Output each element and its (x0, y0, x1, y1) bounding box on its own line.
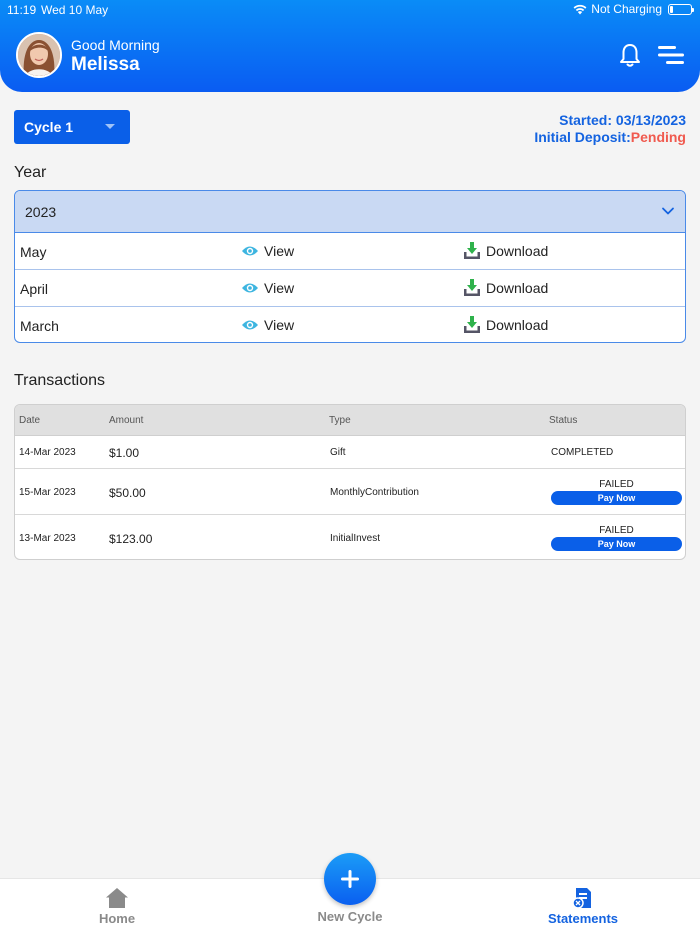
bell-icon[interactable] (617, 42, 643, 68)
view-button[interactable]: View (241, 280, 294, 296)
status-time: 11:19 (7, 3, 37, 17)
pay-now-button[interactable]: Pay Now (551, 537, 682, 551)
cell-date: 15-Mar 2023 (19, 487, 76, 498)
tab-new-cycle[interactable]: New Cycle (290, 909, 410, 924)
user-name: Melissa (71, 54, 140, 75)
statement-row-may: May View Download (15, 233, 685, 270)
cell-type: InitialInvest (330, 533, 381, 544)
cell-status: COMPLETED (551, 447, 614, 458)
download-button[interactable]: Download (463, 278, 548, 297)
cell-status: FAILED Pay Now (551, 525, 682, 551)
column-date: Date (19, 415, 41, 426)
download-label: Download (486, 279, 549, 296)
caret-down-icon (105, 124, 115, 129)
cell-type: Gift (330, 447, 346, 458)
initial-deposit: Initial Deposit:Pending (534, 129, 686, 145)
wifi-icon (573, 4, 587, 14)
download-button[interactable]: Download (463, 315, 548, 334)
cell-amount: $50.00 (109, 486, 146, 500)
download-icon (464, 242, 480, 259)
statement-row-march: March View Download (15, 307, 685, 342)
cell-amount: $1.00 (109, 446, 140, 460)
table-row: 14-Mar 2023 $1.00 Gift COMPLETED (15, 436, 685, 469)
cycle-started: Started: 03/13/2023 (559, 112, 686, 128)
month-label: May (20, 244, 47, 260)
statement-row-april: April View Download (15, 270, 685, 307)
avatar[interactable] (16, 32, 62, 78)
new-cycle-button[interactable] (324, 853, 376, 905)
statements-icon (572, 888, 591, 909)
started-date: 03/13/2023 (615, 112, 686, 128)
download-icon (464, 279, 480, 296)
download-label: Download (486, 242, 549, 259)
cycle-select[interactable]: Cycle 1 (14, 110, 130, 144)
table-header: Date Amount Type Status (15, 405, 685, 436)
status-date: Wed 10 May (41, 3, 109, 17)
deposit-status: Pending (630, 129, 686, 145)
table-row: 13-Mar 2023 $123.00 InitialInvest FAILED… (15, 515, 685, 559)
year-accordion-header[interactable]: 2023 (15, 191, 685, 233)
transactions-table: Date Amount Type Status 14-Mar 2023 $1.0… (14, 404, 686, 560)
download-icon (464, 316, 480, 333)
eye-icon (242, 246, 258, 256)
menu-icon[interactable] (656, 44, 686, 66)
view-label: View (264, 243, 295, 259)
greeting-text: Good Morning (71, 37, 160, 53)
charging-status: Not Charging (591, 2, 662, 16)
transactions-title: Transactions (14, 372, 105, 389)
tab-statements[interactable]: Statements (523, 887, 643, 926)
selected-year: 2023 (25, 204, 57, 220)
tab-statements-label: Statements (547, 911, 619, 926)
column-status: Status (549, 415, 578, 426)
year-section-title: Year (14, 164, 47, 181)
tab-home[interactable]: Home (57, 887, 177, 926)
year-accordion: 2023 May View Download April View Downlo… (14, 190, 686, 343)
tab-home-label: Home (98, 911, 136, 926)
deposit-label: Initial Deposit: (534, 129, 631, 145)
view-button[interactable]: View (241, 317, 294, 333)
cell-status: FAILED Pay Now (551, 479, 682, 505)
view-label: View (264, 280, 295, 296)
started-label: Started: (559, 112, 613, 128)
home-icon (106, 888, 128, 908)
eye-icon (242, 283, 258, 293)
view-button[interactable]: View (241, 243, 294, 259)
month-label: March (20, 318, 59, 334)
status-text: FAILED (599, 479, 634, 490)
cycle-select-label: Cycle 1 (24, 119, 74, 135)
download-button[interactable]: Download (463, 241, 548, 260)
column-amount: Amount (109, 415, 144, 426)
month-label: April (20, 281, 49, 297)
pay-now-button[interactable]: Pay Now (551, 491, 682, 505)
view-label: View (264, 317, 295, 333)
battery-icon (668, 3, 694, 15)
cell-type: MonthlyContribution (330, 487, 419, 498)
plus-icon (341, 870, 359, 888)
avatar-image (18, 34, 60, 76)
cell-amount: $123.00 (109, 532, 153, 546)
tab-new-cycle-label: New Cycle (317, 909, 383, 924)
app-header: 11:19 Wed 10 May Not Charging Good Morni… (0, 0, 700, 92)
chevron-down-icon (662, 207, 674, 215)
status-right: Not Charging (573, 2, 694, 16)
column-type: Type (329, 415, 351, 426)
eye-icon (242, 320, 258, 330)
cell-date: 13-Mar 2023 (19, 533, 76, 544)
table-row: 15-Mar 2023 $50.00 MonthlyContribution F… (15, 469, 685, 515)
cell-date: 14-Mar 2023 (19, 447, 76, 458)
status-bar: 11:19 Wed 10 May Not Charging (0, 0, 700, 20)
status-text: FAILED (599, 525, 634, 536)
download-label: Download (486, 316, 549, 333)
